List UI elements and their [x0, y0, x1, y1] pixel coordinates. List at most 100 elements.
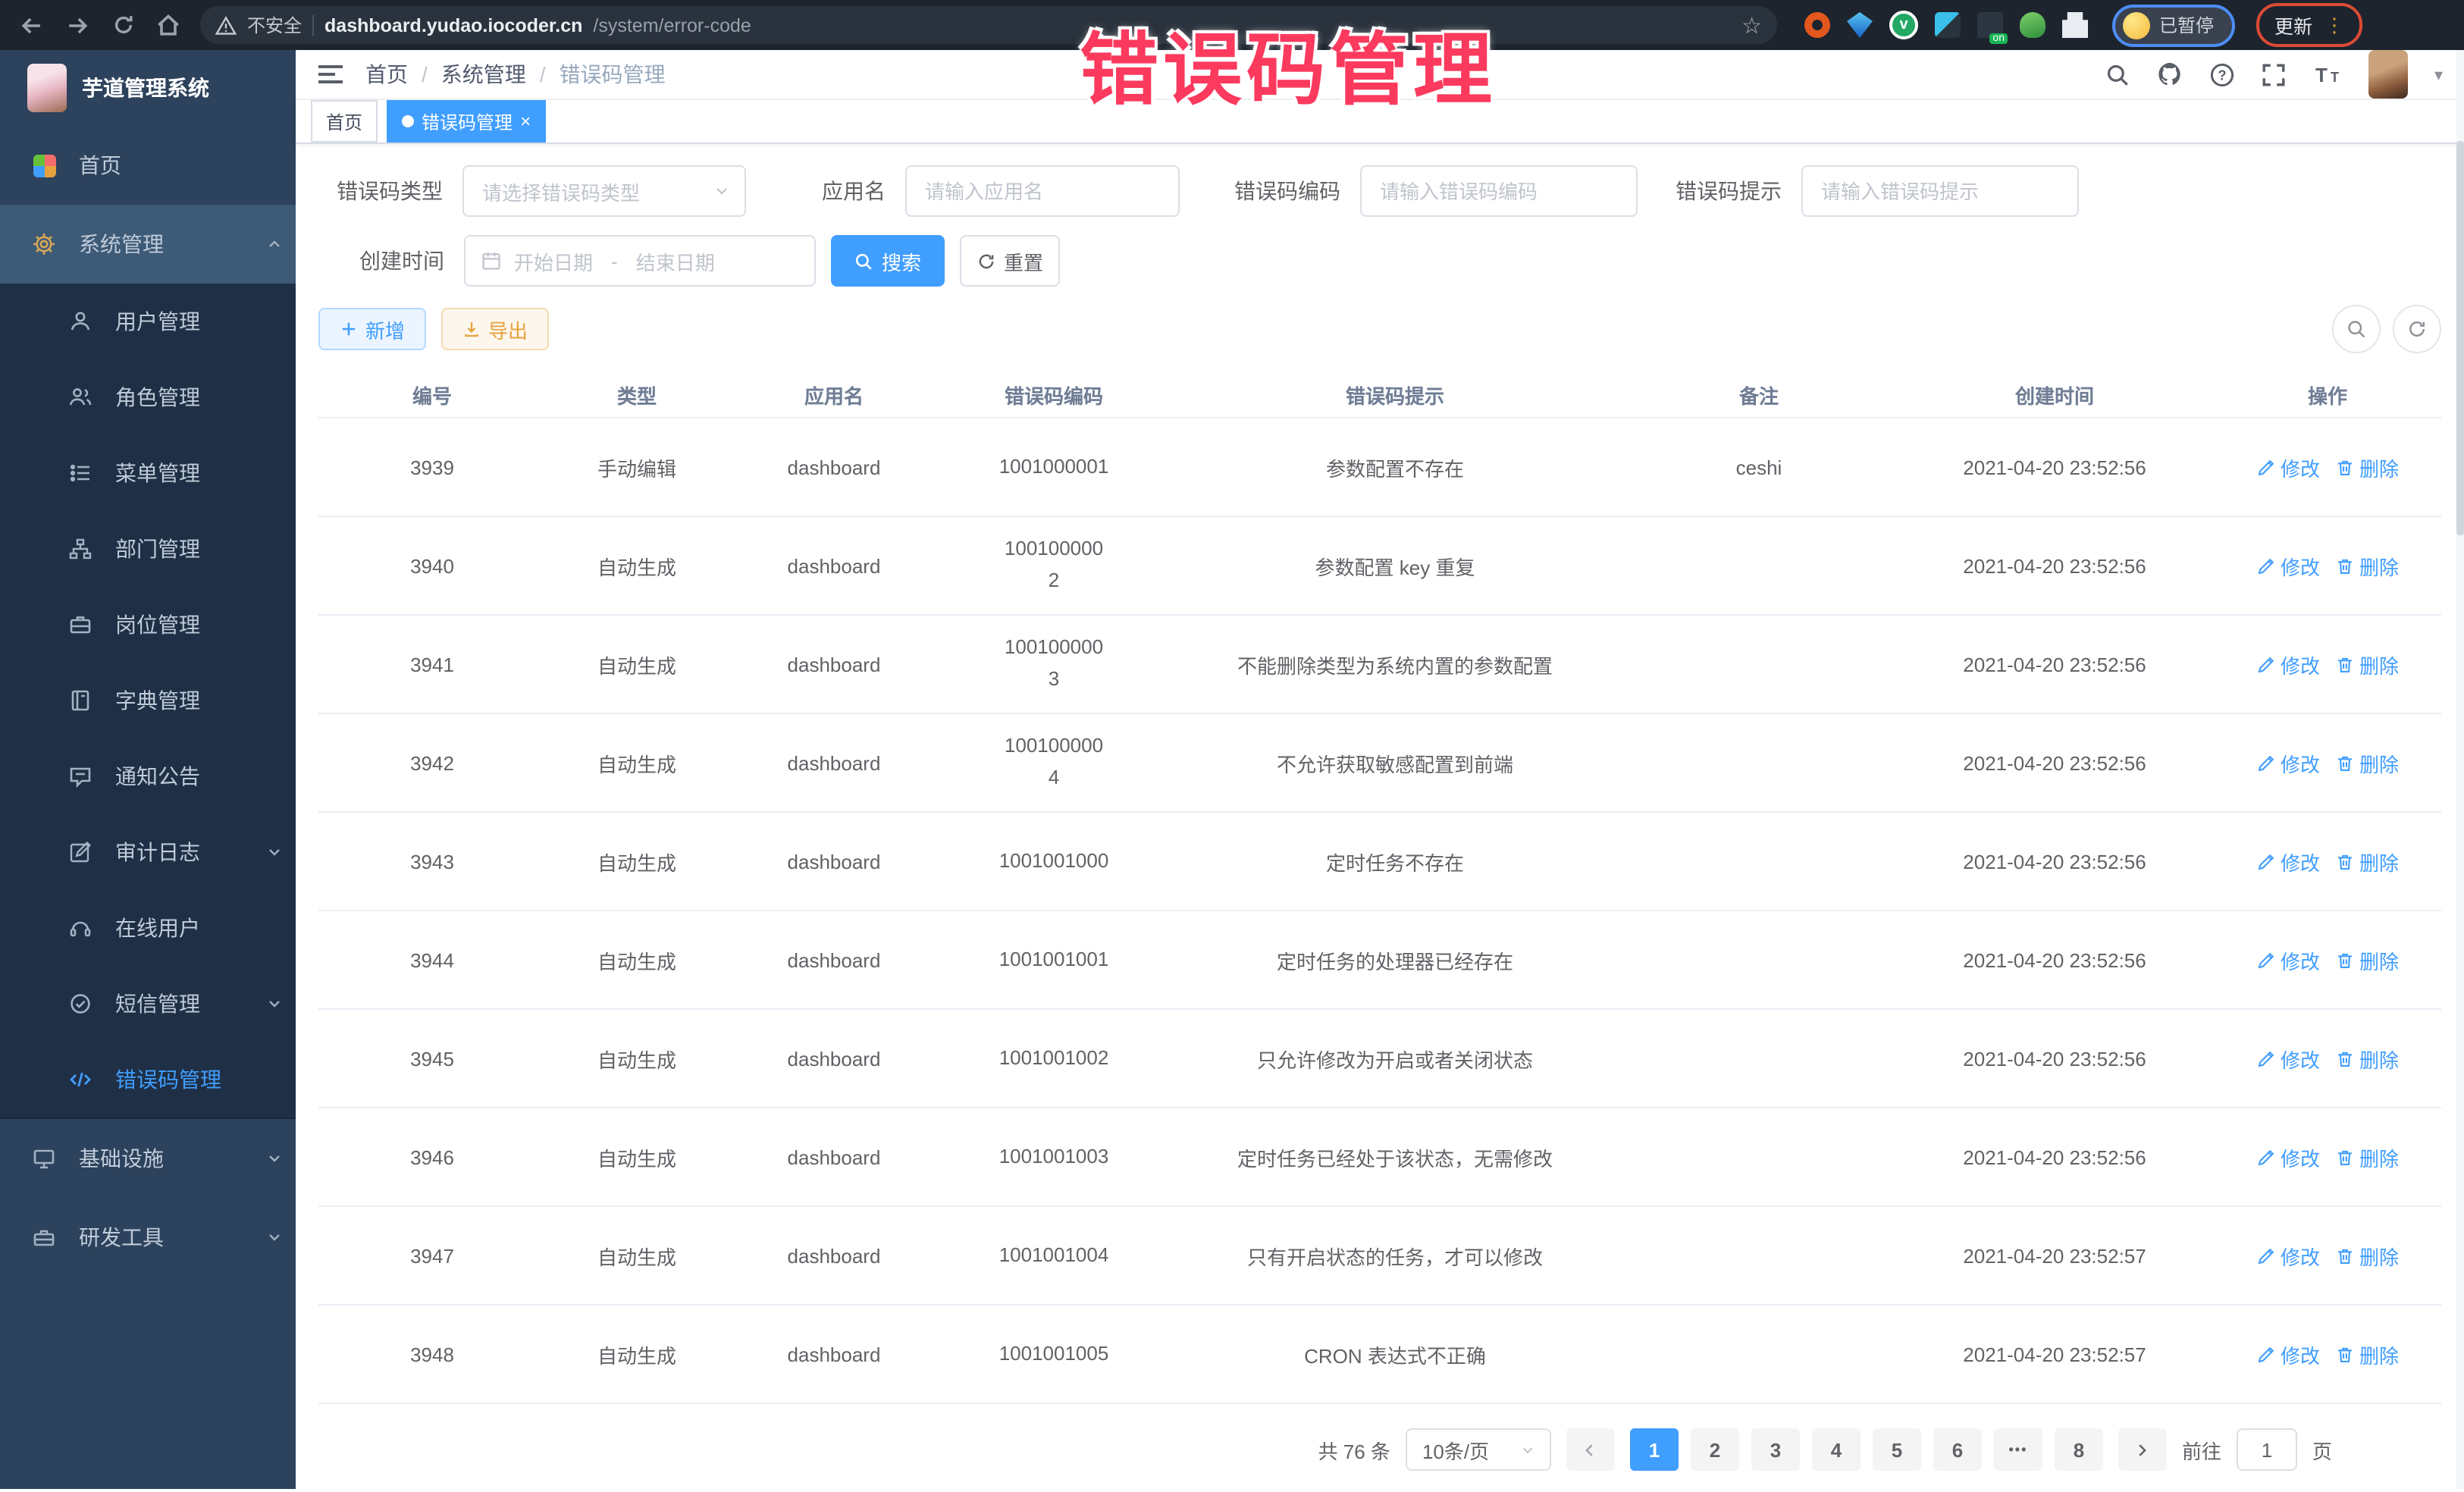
export-button[interactable]: 导出: [441, 308, 549, 350]
bookmark-star-icon[interactable]: ☆: [1741, 11, 1762, 39]
delete-link[interactable]: 删除: [2335, 453, 2399, 481]
more-pages-button[interactable]: •••: [1994, 1428, 2042, 1471]
cell-time: 2021-04-20 23:52:56: [1895, 1108, 2214, 1206]
reset-button[interactable]: 重置: [960, 235, 1060, 287]
search-icon[interactable]: [2105, 61, 2131, 87]
user-avatar[interactable]: [2369, 50, 2409, 99]
chevron-down-icon[interactable]: ▾: [2434, 64, 2443, 84]
search-button[interactable]: 搜索: [831, 235, 945, 287]
sidebar-item-dept[interactable]: 部门管理: [0, 511, 296, 587]
next-page-button[interactable]: [2118, 1428, 2167, 1471]
github-icon[interactable]: [2157, 61, 2184, 88]
edit-icon: [2256, 851, 2276, 871]
page-button-8[interactable]: 8: [2055, 1428, 2103, 1471]
edit-link[interactable]: 修改: [2256, 1143, 2320, 1171]
sidebar-group-system[interactable]: 系统管理: [0, 205, 296, 284]
page-button-1[interactable]: 1: [1630, 1428, 1679, 1471]
refresh-table-button[interactable]: [2393, 305, 2441, 353]
prev-page-button[interactable]: [1566, 1428, 1615, 1471]
app-name-input[interactable]: [907, 180, 1178, 202]
fullscreen-icon[interactable]: [2262, 61, 2287, 87]
edit-link[interactable]: 修改: [2256, 1340, 2320, 1368]
cell-note: [1622, 1206, 1895, 1305]
cell-code: 1001001000: [940, 812, 1168, 911]
sidebar-item-home[interactable]: 首页: [0, 126, 296, 205]
page-button-5[interactable]: 5: [1873, 1428, 1921, 1471]
sidebar-item-audit[interactable]: 审计日志: [0, 814, 296, 890]
breadcrumb-system[interactable]: 系统管理: [441, 59, 526, 89]
forward-icon[interactable]: [58, 5, 97, 45]
scrollbar-thumb[interactable]: [2456, 141, 2464, 535]
delete-link[interactable]: 删除: [2335, 748, 2399, 777]
delete-link[interactable]: 删除: [2335, 1241, 2399, 1270]
edit-link[interactable]: 修改: [2256, 945, 2320, 974]
hamburger-icon[interactable]: [317, 62, 344, 86]
error-hint-input[interactable]: [1803, 180, 2077, 202]
goto-page-input[interactable]: [2238, 1438, 2296, 1461]
sidebar-item-dict[interactable]: 字典管理: [0, 663, 296, 738]
delete-link[interactable]: 删除: [2335, 847, 2399, 876]
sidebar-item-online[interactable]: 在线用户: [0, 890, 296, 966]
sidebar-item-menu[interactable]: 菜单管理: [0, 435, 296, 511]
puzzle-extension-icon[interactable]: [2062, 12, 2088, 38]
gem-extension-icon[interactable]: [1847, 12, 1873, 38]
delete-link[interactable]: 删除: [2335, 945, 2399, 974]
browser-update-button[interactable]: 更新 ⋮: [2256, 3, 2362, 47]
sidebar-item-errorcode[interactable]: 错误码管理: [0, 1042, 296, 1117]
green-extension-icon[interactable]: [2020, 12, 2045, 38]
breadcrumb-home[interactable]: 首页: [365, 59, 408, 89]
edit-link[interactable]: 修改: [2256, 847, 2320, 876]
ubuntu-extension-icon[interactable]: [1804, 12, 1830, 38]
delete-link[interactable]: 删除: [2335, 1044, 2399, 1073]
edit-link[interactable]: 修改: [2256, 551, 2320, 580]
add-button[interactable]: 新增: [318, 308, 426, 350]
edit-link[interactable]: 修改: [2256, 748, 2320, 777]
page-button-6[interactable]: 6: [1933, 1428, 1982, 1471]
sidebar-group-devtools[interactable]: 研发工具: [0, 1198, 296, 1277]
sidebar-item-role[interactable]: 角色管理: [0, 359, 296, 435]
edit-link[interactable]: 修改: [2256, 650, 2320, 679]
close-icon[interactable]: ×: [520, 111, 531, 132]
error-code-input[interactable]: [1362, 180, 1636, 202]
tab-home[interactable]: 首页: [311, 100, 378, 143]
reload-icon[interactable]: [103, 5, 143, 45]
delete-link[interactable]: 删除: [2335, 551, 2399, 580]
browser-profile-chip[interactable]: 已暂停: [2112, 4, 2235, 46]
page-button-4[interactable]: 4: [1812, 1428, 1861, 1471]
sidebar-group-infra[interactable]: 基础设施: [0, 1119, 296, 1198]
error-type-select[interactable]: 请选择错误码类型: [462, 165, 746, 217]
url-bar[interactable]: 不安全 dashboard.yudao.iocoder.cn/system/er…: [200, 6, 1777, 44]
font-size-icon[interactable]: TT: [2313, 62, 2343, 86]
window-scrollbar[interactable]: [2456, 50, 2464, 1489]
home-icon[interactable]: [149, 5, 188, 45]
browser-menu-icon[interactable]: ⋮: [2324, 13, 2344, 37]
switch-on-extension-icon[interactable]: [1977, 12, 2003, 38]
sidebar-item-sms[interactable]: 短信管理: [0, 966, 296, 1042]
security-label[interactable]: 不安全: [247, 12, 302, 38]
tab-errorcode[interactable]: 错误码管理 ×: [387, 100, 546, 143]
edit-link[interactable]: 修改: [2256, 453, 2320, 481]
cell-code: 1001000001: [940, 418, 1168, 516]
page-button-3[interactable]: 3: [1751, 1428, 1800, 1471]
grid-extension-icon[interactable]: [1935, 12, 1961, 38]
back-icon[interactable]: [12, 5, 52, 45]
delete-link[interactable]: 删除: [2335, 1340, 2399, 1368]
page-size-select[interactable]: 10条/页: [1406, 1428, 1551, 1471]
cell-note: [1622, 1009, 1895, 1108]
sidebar-item-notice[interactable]: 通知公告: [0, 738, 296, 814]
edit-icon: [2256, 1048, 2276, 1068]
date-range-picker[interactable]: 开始日期 - 结束日期: [464, 235, 816, 287]
delete-link[interactable]: 删除: [2335, 650, 2399, 679]
edit-icon: [2256, 950, 2276, 970]
sidebar-item-post[interactable]: 岗位管理: [0, 587, 296, 663]
column-header-0: 编号: [318, 371, 546, 418]
toggle-search-button[interactable]: [2332, 305, 2381, 353]
page-button-2[interactable]: 2: [1691, 1428, 1739, 1471]
edit-link[interactable]: 修改: [2256, 1044, 2320, 1073]
green-check-extension-icon[interactable]: v: [1889, 11, 1918, 39]
help-icon[interactable]: ?: [2210, 61, 2236, 87]
sidebar-item-user[interactable]: 用户管理: [0, 284, 296, 359]
logo[interactable]: 芋道管理系统: [0, 50, 296, 126]
delete-link[interactable]: 删除: [2335, 1143, 2399, 1171]
edit-link[interactable]: 修改: [2256, 1241, 2320, 1270]
